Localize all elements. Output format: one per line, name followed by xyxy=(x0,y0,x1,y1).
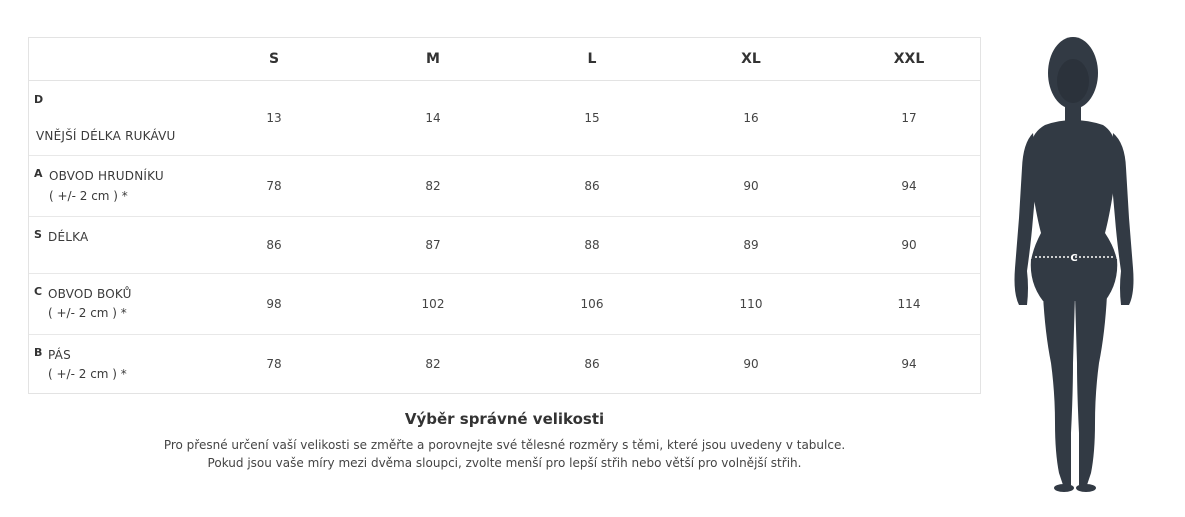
silhouette-shape xyxy=(1014,37,1134,492)
size-header-s: S xyxy=(268,51,280,67)
table-row: D VNĚJŠÍ DÉLKA RUKÁVU 13 14 15 16 17 xyxy=(29,81,980,156)
table-row: B PÁS ( +/- 2 cm ) * 78 82 86 90 94 xyxy=(29,335,980,393)
guide-line-2: Pokud jsou vaše míry mezi dvěma sloupci,… xyxy=(207,456,802,470)
measure-name: PÁS xyxy=(48,348,71,362)
tolerance-note: ( +/- 2 cm ) * xyxy=(49,189,128,203)
measure-letter: A xyxy=(34,167,43,180)
table-row: A OBVOD HRUDNÍKU ( +/- 2 cm ) * 78 82 86… xyxy=(29,156,980,217)
table-cell: 89 xyxy=(743,238,759,252)
table-cell: 86 xyxy=(584,179,600,193)
tolerance-note: ( +/- 2 cm ) * xyxy=(48,306,127,320)
table-cell: 98 xyxy=(266,297,282,311)
size-header-xl: XL xyxy=(741,51,761,67)
measure-name: VNĚJŠÍ DÉLKA RUKÁVU xyxy=(36,129,176,143)
table-cell: 94 xyxy=(901,179,917,193)
measure-name: OBVOD BOKŮ xyxy=(48,287,132,301)
table-cell: 78 xyxy=(266,357,282,371)
size-table: S M L XL XXL D VNĚJŠÍ DÉLKA RUKÁVU 13 14… xyxy=(28,37,981,394)
size-header-l: L xyxy=(587,51,597,67)
size-header-m: M xyxy=(426,51,440,67)
body-silhouette-figure: C xyxy=(1014,37,1134,492)
measure-letter: B xyxy=(34,346,43,359)
table-row: S DÉLKA 86 87 88 89 90 xyxy=(29,217,980,274)
measure-letter: D xyxy=(34,93,44,106)
table-cell: 87 xyxy=(425,238,441,252)
table-cell: 86 xyxy=(266,238,282,252)
table-cell: 82 xyxy=(425,179,441,193)
measure-letter: C xyxy=(34,285,43,298)
measure-letter: S xyxy=(34,228,42,241)
table-cell: 88 xyxy=(584,238,600,252)
table-cell: 15 xyxy=(584,111,600,125)
table-cell: 102 xyxy=(421,297,445,311)
table-cell: 90 xyxy=(901,238,917,252)
table-cell: 110 xyxy=(739,297,763,311)
table-cell: 86 xyxy=(584,357,600,371)
guide-title: Výběr správné velikosti xyxy=(404,410,605,428)
table-cell: 82 xyxy=(425,357,441,371)
table-cell: 13 xyxy=(266,111,282,125)
guide-line-1: Pro přesné určení vaší velikosti se změř… xyxy=(163,438,846,452)
table-row: C OBVOD BOKŮ ( +/- 2 cm ) * 98 102 106 1… xyxy=(29,274,980,335)
measure-name: DÉLKA xyxy=(48,230,89,244)
hip-marker-label: C xyxy=(1070,253,1077,264)
table-cell: 114 xyxy=(897,297,921,311)
table-cell: 78 xyxy=(266,179,282,193)
measure-name: OBVOD HRUDNÍKU xyxy=(49,169,164,183)
size-header-row: S M L XL XXL xyxy=(29,38,980,81)
table-cell: 106 xyxy=(580,297,604,311)
table-cell: 17 xyxy=(901,111,917,125)
table-cell: 16 xyxy=(743,111,759,125)
table-cell: 90 xyxy=(743,357,759,371)
table-cell: 90 xyxy=(743,179,759,193)
size-header-xxl: XXL xyxy=(893,51,925,67)
table-cell: 14 xyxy=(425,111,441,125)
table-cell: 94 xyxy=(901,357,917,371)
tolerance-note: ( +/- 2 cm ) * xyxy=(48,367,127,381)
size-guide-text: Výběr správné velikosti Pro přesné určen… xyxy=(28,410,981,472)
